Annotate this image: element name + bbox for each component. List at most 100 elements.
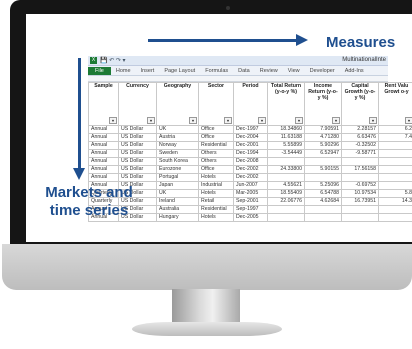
table-cell[interactable]: [378, 141, 412, 150]
table-cell[interactable]: Others: [198, 157, 234, 166]
table-cell[interactable]: 5.55899: [267, 141, 305, 150]
table-cell[interactable]: Retail: [198, 197, 234, 206]
table-cell[interactable]: Eurozone: [156, 165, 199, 174]
table-cell[interactable]: Dec-1994: [233, 149, 268, 158]
table-cell[interactable]: [378, 205, 412, 214]
filter-dropdown-icon[interactable]: ▾: [295, 117, 303, 124]
table-cell[interactable]: [304, 205, 342, 214]
table-cell[interactable]: Office: [198, 133, 234, 142]
table-cell[interactable]: Industrial: [198, 181, 234, 190]
column-header[interactable]: Sample ▾: [88, 82, 119, 126]
column-header[interactable]: Period ▾: [233, 82, 268, 126]
table-cell[interactable]: [304, 157, 342, 166]
table-cell[interactable]: [378, 213, 412, 222]
ribbon-tab-data[interactable]: Data: [233, 68, 255, 74]
table-cell[interactable]: Mar-2005: [233, 189, 268, 198]
table-cell[interactable]: [378, 181, 412, 190]
table-cell[interactable]: 7.90591: [304, 125, 342, 134]
table-cell[interactable]: 4.71280: [304, 133, 342, 142]
table-cell[interactable]: 5.90155: [304, 165, 342, 174]
ribbon-tab-developer[interactable]: Developer: [305, 68, 340, 74]
table-cell[interactable]: 6.54788: [304, 189, 342, 198]
table-cell[interactable]: Annual: [88, 125, 119, 134]
table-cell[interactable]: [341, 213, 379, 222]
table-cell[interactable]: Annual: [88, 141, 119, 150]
table-cell[interactable]: [304, 173, 342, 182]
table-cell[interactable]: US Dollar: [118, 157, 157, 166]
table-cell[interactable]: [378, 149, 412, 158]
table-cell[interactable]: 6.63476: [341, 133, 379, 142]
table-cell[interactable]: Jun-2007: [233, 181, 268, 190]
ribbon-tab-view[interactable]: View: [283, 68, 305, 74]
table-cell[interactable]: Australia: [156, 205, 199, 214]
table-cell[interactable]: Dec-1997: [233, 125, 268, 134]
table-cell[interactable]: 4.62684: [304, 197, 342, 206]
table-cell[interactable]: 2.28157: [341, 125, 379, 134]
table-cell[interactable]: Hotels: [198, 213, 234, 222]
table-cell[interactable]: 5.90296: [304, 141, 342, 150]
column-header[interactable]: Currency ▾: [118, 82, 157, 126]
table-cell[interactable]: -9.58771: [341, 149, 379, 158]
table-cell[interactable]: 18.34860: [267, 125, 305, 134]
table-cell[interactable]: 7.4: [378, 133, 412, 142]
table-cell[interactable]: Office: [198, 125, 234, 134]
table-cell[interactable]: [267, 157, 305, 166]
column-header[interactable]: Income Return (y-o-y %) ▾: [304, 82, 342, 126]
ribbon-tab-file[interactable]: File: [88, 66, 111, 75]
table-cell[interactable]: South Korea: [156, 157, 199, 166]
table-cell[interactable]: UK: [156, 189, 199, 198]
table-cell[interactable]: Dec-2002: [233, 173, 268, 182]
table-cell[interactable]: Dec-2004: [233, 133, 268, 142]
table-cell[interactable]: 4.55621: [267, 181, 305, 190]
table-cell[interactable]: 5.25096: [304, 181, 342, 190]
table-cell[interactable]: Annual: [88, 149, 119, 158]
filter-dropdown-icon[interactable]: ▾: [147, 117, 155, 124]
quick-access-toolbar[interactable]: 💾 ↶ ↷ ▾: [100, 57, 126, 64]
filter-dropdown-icon[interactable]: ▾: [369, 117, 377, 124]
filter-dropdown-icon[interactable]: ▾: [258, 117, 266, 124]
table-cell[interactable]: US Dollar: [118, 141, 157, 150]
filter-dropdown-icon[interactable]: ▾: [224, 117, 232, 124]
table-cell[interactable]: Japan: [156, 181, 199, 190]
table-cell[interactable]: [341, 157, 379, 166]
filter-dropdown-icon[interactable]: ▾: [332, 117, 340, 124]
table-cell[interactable]: US Dollar: [118, 133, 157, 142]
table-cell[interactable]: 6.2: [378, 125, 412, 134]
table-cell[interactable]: Residential: [198, 141, 234, 150]
table-cell[interactable]: 6.52947: [304, 149, 342, 158]
table-cell[interactable]: [267, 205, 305, 214]
table-cell[interactable]: UK: [156, 125, 199, 134]
table-cell[interactable]: Hotels: [198, 173, 234, 182]
table-cell[interactable]: 11.63188: [267, 133, 305, 142]
table-cell[interactable]: 24.33800: [267, 165, 305, 174]
table-cell[interactable]: Sweden: [156, 149, 199, 158]
table-cell[interactable]: US Dollar: [118, 173, 157, 182]
table-cell[interactable]: Austria: [156, 133, 199, 142]
table-cell[interactable]: 10.97534: [341, 189, 379, 198]
table-cell[interactable]: -0.69752: [341, 181, 379, 190]
column-header[interactable]: Capital Growth (y-o-y %) ▾: [341, 82, 379, 126]
table-cell[interactable]: [341, 205, 379, 214]
ribbon-tab-page-layout[interactable]: Page Layout: [159, 68, 200, 74]
table-cell[interactable]: [341, 173, 379, 182]
ribbon-tab-insert[interactable]: Insert: [136, 68, 160, 74]
table-cell[interactable]: 16.73951: [341, 197, 379, 206]
table-cell[interactable]: US Dollar: [118, 149, 157, 158]
table-cell[interactable]: 14.3: [378, 197, 412, 206]
table-cell[interactable]: Others: [198, 149, 234, 158]
column-header[interactable]: Total Return (y-o-y %) ▾: [267, 82, 305, 126]
table-cell[interactable]: [267, 213, 305, 222]
table-cell[interactable]: Residential: [198, 205, 234, 214]
table-cell[interactable]: US Dollar: [118, 125, 157, 134]
table-cell[interactable]: -0.32502: [341, 141, 379, 150]
ribbon-tab-home[interactable]: Home: [111, 68, 136, 74]
table-cell[interactable]: 17.56158: [341, 165, 379, 174]
table-cell[interactable]: US Dollar: [118, 165, 157, 174]
table-cell[interactable]: -3.54449: [267, 149, 305, 158]
table-cell[interactable]: [304, 213, 342, 222]
ribbon-tab-add-ins[interactable]: Add-Ins: [340, 68, 369, 74]
ribbon-tab-formulas[interactable]: Formulas: [200, 68, 233, 74]
table-cell[interactable]: Ireland: [156, 197, 199, 206]
filter-dropdown-icon[interactable]: ▾: [189, 117, 197, 124]
table-cell[interactable]: 22.06776: [267, 197, 305, 206]
